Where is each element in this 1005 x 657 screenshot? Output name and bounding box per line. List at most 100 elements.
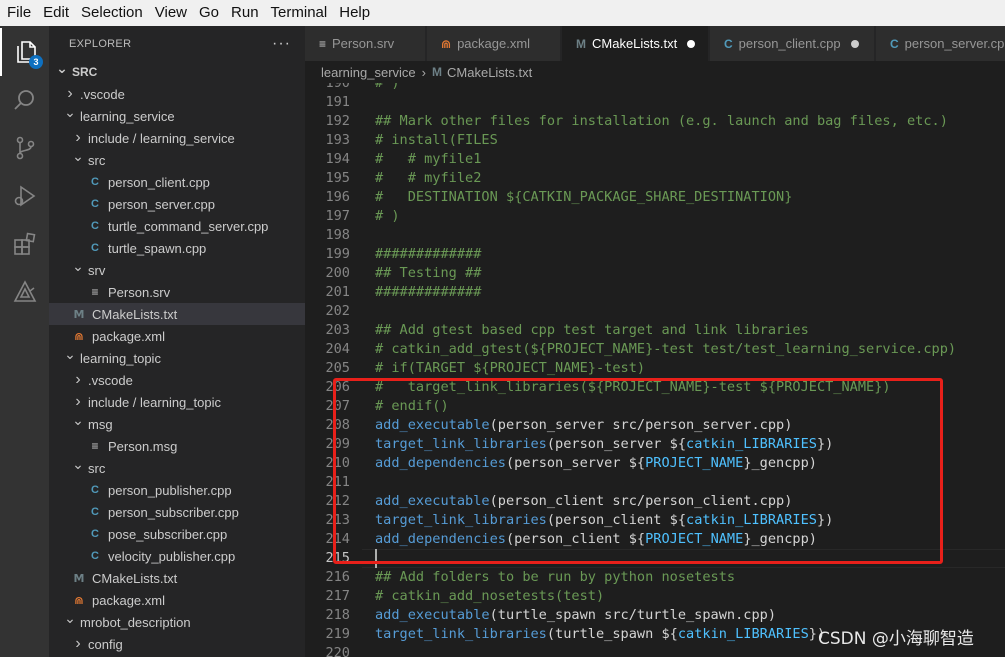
tree-file[interactable]: Cperson_subscriber.cpp <box>49 501 305 523</box>
code-line[interactable]: 195 # # myfile2 <box>305 169 1005 188</box>
line-number: 197 <box>325 208 350 224</box>
explorer-icon[interactable]: 3 <box>0 28 49 76</box>
code-line[interactable]: 199 ############# <box>305 245 1005 264</box>
line-number: 205 <box>325 360 350 376</box>
source-control-icon[interactable] <box>0 124 49 172</box>
code-line[interactable]: 197 # ) <box>305 207 1005 226</box>
extensions-icon[interactable] <box>0 220 49 268</box>
line-number: 204 <box>325 341 350 357</box>
chevron-down-icon: ⌄ <box>64 610 76 626</box>
breadcrumb-file[interactable]: CMakeLists.txt <box>447 65 532 80</box>
menu-file[interactable]: File <box>2 0 38 26</box>
code-line[interactable]: 218 add_executable(turtle_spawn src/turtl… <box>305 606 1005 625</box>
run-debug-icon[interactable] <box>0 172 49 220</box>
tree-file[interactable]: M CMakeLists.txt <box>49 567 305 589</box>
tree-file[interactable]: Cperson_client.cpp <box>49 171 305 193</box>
cmake-file-icon: M <box>432 65 443 79</box>
tree-item-label: msg <box>88 416 113 432</box>
tree-folder[interactable]: ⌄ learning_service <box>49 104 305 127</box>
code-line[interactable]: 193 # install(FILES <box>305 131 1005 150</box>
code-token: # if(TARGET ${PROJECT_NAME}-test) <box>375 360 646 376</box>
more-actions-icon[interactable]: ··· <box>272 35 291 53</box>
tree-folder[interactable]: ⌄ src <box>49 148 305 171</box>
chevron-down-icon: ⌄ <box>56 60 68 76</box>
tree-item-label: package.xml <box>92 592 165 608</box>
line-number: 203 <box>325 322 350 338</box>
menu-edit[interactable]: Edit <box>38 0 76 26</box>
tree-folder[interactable]: ⌄ msg <box>49 412 305 435</box>
menu-selection[interactable]: Selection <box>76 0 150 26</box>
code-line[interactable]: 190 # ) <box>305 83 1005 93</box>
tree-file[interactable]: Cperson_publisher.cpp <box>49 479 305 501</box>
tree-item-label: Person.srv <box>108 284 171 300</box>
tree-file[interactable]: ⋒ package.xml <box>49 325 305 347</box>
code-line[interactable]: 204 # catkin_add_gtest(${PROJECT_NAME}-te… <box>305 340 1005 359</box>
code-line[interactable]: 196 # DESTINATION ${CATKIN_PACKAGE_SHARE_… <box>305 188 1005 207</box>
code-line[interactable]: 200 ## Testing ## <box>305 264 1005 283</box>
menu-go[interactable]: Go <box>194 0 226 26</box>
tab-person-client-cpp[interactable]: Cperson_client.cpp <box>710 26 875 61</box>
menu-help[interactable]: Help <box>334 0 377 26</box>
code-line[interactable]: 202 <box>305 302 1005 321</box>
tab-person-server-cpp[interactable]: Cperson_server.cpp <box>876 26 1005 61</box>
tree-item-label: src <box>88 152 106 168</box>
tab-package-xml[interactable]: ⋒ package.xml <box>427 26 561 61</box>
code-line[interactable]: 198 <box>305 226 1005 245</box>
tree-item-label: person_server.cpp <box>108 196 215 212</box>
cmake-file-icon: M <box>73 571 85 585</box>
tab-cmakelists-txt[interactable]: M CMakeLists.txt <box>562 26 709 61</box>
tree-folder[interactable]: › config <box>49 633 305 655</box>
tree-item-label: velocity_publisher.cpp <box>108 548 236 564</box>
tree-file[interactable]: ⋒ package.xml <box>49 589 305 611</box>
cpp-file-icon: C <box>91 506 99 518</box>
unsaved-dot-icon[interactable] <box>687 39 696 48</box>
code-line[interactable]: 216 ## Add folders to be run by python no… <box>305 568 1005 587</box>
tree-file[interactable]: Cperson_server.cpp <box>49 193 305 215</box>
code-line[interactable]: 201 ############# <box>305 283 1005 302</box>
line-number: 199 <box>325 246 350 262</box>
search-icon[interactable] <box>0 76 49 124</box>
tab-person-srv[interactable]: ≡ Person.srv <box>305 26 426 61</box>
cpp-file-icon: C <box>890 36 899 51</box>
unsaved-dot-icon[interactable] <box>850 39 859 48</box>
watermark: CSDN @小海聊智造 <box>818 629 974 649</box>
explorer-header: EXPLORER ··· <box>49 26 305 61</box>
tree-file[interactable]: ≡ Person.msg <box>49 435 305 457</box>
code-editor[interactable]: 190 # ) 191 192 ## Mark other files for inst… <box>305 83 1005 657</box>
code-line[interactable]: 191 <box>305 93 1005 112</box>
menu-run[interactable]: Run <box>226 0 266 26</box>
code-text: ############# <box>375 283 481 302</box>
srv-file-icon: ≡ <box>91 285 99 299</box>
activity-bar: 3 <box>0 26 49 657</box>
code-text: # catkin_add_nosetests(test) <box>375 587 604 606</box>
tree-file[interactable]: Cpose_subscriber.cpp <box>49 523 305 545</box>
tree-folder[interactable]: ⌄ learning_topic <box>49 346 305 369</box>
tree-folder[interactable]: ⌄ mrobot_description <box>49 610 305 633</box>
code-line[interactable]: 217 # catkin_add_nosetests(test) <box>305 587 1005 606</box>
ros-icon[interactable] <box>0 268 49 316</box>
tree-folder[interactable]: ⌄ src <box>49 456 305 479</box>
tree-folder[interactable]: › .vscode <box>49 369 305 391</box>
breadcrumb-folder[interactable]: learning_service <box>321 65 416 80</box>
code-line[interactable]: 203 ## Add gtest based cpp test target an… <box>305 321 1005 340</box>
menu-terminal[interactable]: Terminal <box>266 0 335 26</box>
tree-file[interactable]: M CMakeLists.txt <box>49 303 305 325</box>
tree-folder[interactable]: › include / learning_topic <box>49 391 305 413</box>
tree-file[interactable]: Cturtle_spawn.cpp <box>49 237 305 259</box>
line-number: 190 <box>325 83 350 91</box>
tree-file[interactable]: Cvelocity_publisher.cpp <box>49 545 305 567</box>
tree-file[interactable]: ≡ Person.srv <box>49 281 305 303</box>
code-line[interactable]: 192 ## Mark other files for installation … <box>305 112 1005 131</box>
code-line[interactable]: 205 # if(TARGET ${PROJECT_NAME}-test) <box>305 359 1005 378</box>
code-line[interactable]: 194 # # myfile1 <box>305 150 1005 169</box>
code-token: ## Mark other files for installation (e.… <box>375 113 948 129</box>
tree-folder[interactable]: ⌄ SRC <box>49 60 305 83</box>
tree-file[interactable]: Cturtle_command_server.cpp <box>49 215 305 237</box>
menu-view[interactable]: View <box>150 0 194 26</box>
code-token: # ) <box>375 208 400 224</box>
tree-folder[interactable]: ⌄ srv <box>49 258 305 281</box>
tree-folder[interactable]: › .vscode <box>49 83 305 105</box>
tree-folder[interactable]: › include / learning_service <box>49 127 305 149</box>
cpp-file-icon: C <box>91 176 99 188</box>
code-token: (turtle_spawn ${ <box>546 626 678 642</box>
